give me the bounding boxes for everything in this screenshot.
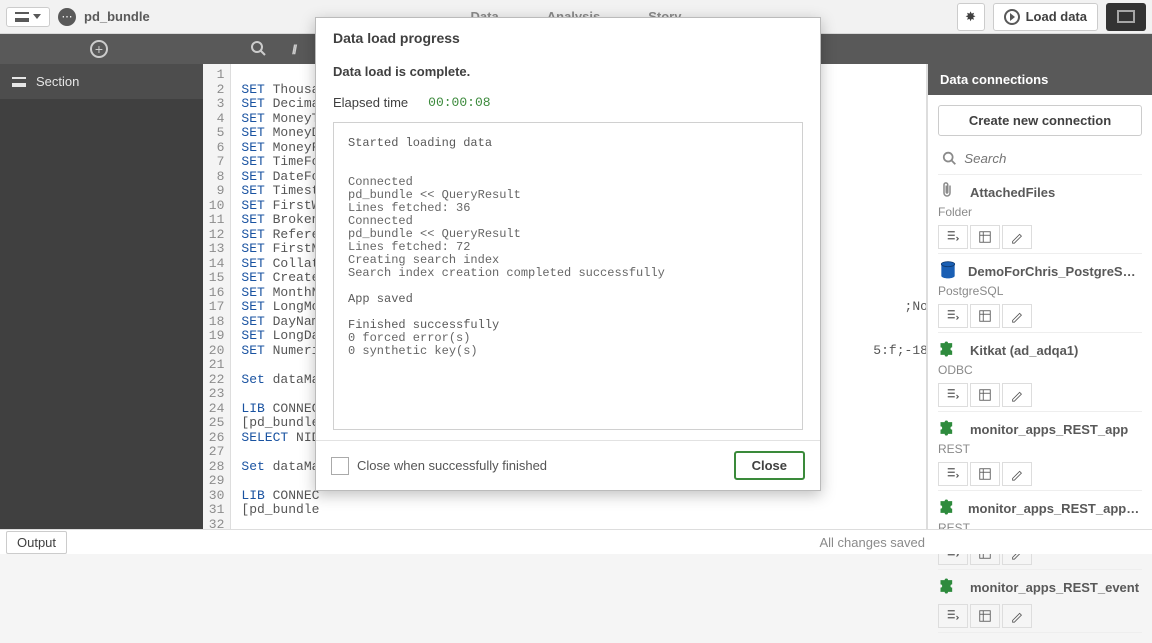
edit-button[interactable]	[1002, 304, 1032, 328]
brand-icon: ⋯	[58, 8, 76, 26]
connection-name: Kitkat (ad_adqa1)	[970, 343, 1078, 358]
connection-item[interactable]: Kitkat (ad_adqa1) ODBC	[938, 333, 1142, 412]
connection-list: AttachedFiles Folder DemoForChris_PostgreS…	[938, 175, 1142, 633]
modal-footer: Close when successfully finished Close	[316, 440, 820, 490]
debug-button[interactable]: ✸	[957, 3, 985, 31]
connection-type: REST	[938, 442, 1142, 456]
connection-actions	[938, 383, 1142, 407]
connection-type: ODBC	[938, 363, 1142, 377]
connection-actions	[938, 462, 1142, 486]
connection-type: Folder	[938, 205, 1142, 219]
connection-actions	[938, 225, 1142, 249]
screen-icon	[1117, 10, 1135, 23]
create-connection-button[interactable]: Create new connection	[938, 105, 1142, 136]
add-section-button[interactable]: +	[90, 40, 108, 58]
connection-item[interactable]: monitor_apps_REST_app REST	[938, 412, 1142, 491]
puzzle-icon	[938, 418, 960, 440]
topbar-left: ⋯ pd_bundle	[6, 7, 150, 27]
select-button[interactable]	[970, 383, 1000, 407]
sidebar-item-label: Section	[36, 74, 79, 89]
section-sidebar: Section	[0, 64, 203, 529]
connection-item[interactable]: DemoForChris_PostgreSQL_cadbiata.com (ad…	[938, 254, 1142, 333]
select-button[interactable]	[970, 462, 1000, 486]
section-icon	[12, 77, 26, 87]
topbar-right: ✸ Load data	[957, 3, 1146, 31]
edit-button[interactable]	[1002, 604, 1032, 628]
view-toggle-button[interactable]	[1106, 3, 1146, 31]
clip-icon	[938, 181, 960, 203]
connection-search[interactable]	[938, 146, 1142, 175]
connection-name: monitor_apps_REST_appobject	[968, 501, 1142, 516]
connection-actions	[938, 304, 1142, 328]
connection-search-input[interactable]	[964, 151, 1138, 166]
puzzle-icon	[938, 497, 958, 519]
search-icon[interactable]	[250, 40, 266, 59]
insert-button[interactable]	[938, 604, 968, 628]
main-menu-button[interactable]	[6, 7, 50, 27]
insert-button[interactable]	[938, 304, 968, 328]
edit-button[interactable]	[1002, 383, 1032, 407]
insert-button[interactable]	[938, 383, 968, 407]
connections-panel: Data connections Create new connection A…	[927, 64, 1152, 529]
connection-item[interactable]: monitor_apps_REST_event	[938, 570, 1142, 633]
puzzle-icon	[938, 339, 960, 361]
checkbox-label: Close when successfully finished	[357, 458, 547, 473]
output-button[interactable]: Output	[6, 531, 67, 554]
data-load-modal: Data load progress Data load is complete…	[315, 17, 821, 491]
load-status: Data load is complete.	[333, 64, 803, 79]
select-button[interactable]	[970, 225, 1000, 249]
app-name: pd_bundle	[84, 9, 150, 24]
connection-name: monitor_apps_REST_event	[970, 580, 1139, 595]
play-icon	[1004, 9, 1020, 25]
edit-button[interactable]	[1002, 462, 1032, 486]
connection-name: AttachedFiles	[970, 185, 1055, 200]
connection-name: DemoForChris_PostgreSQL_cadbiata.com (ad…	[968, 264, 1142, 279]
status-bar: Output All changes saved	[0, 529, 1152, 554]
load-log[interactable]: Started loading data Connectedpd_bundle …	[333, 122, 803, 430]
insert-button[interactable]	[938, 225, 968, 249]
modal-title: Data load progress	[316, 18, 820, 58]
elapsed-label: Elapsed time	[333, 95, 408, 110]
comment-button[interactable]: //	[292, 42, 295, 57]
sidebar-item-section[interactable]: Section	[0, 64, 203, 99]
line-gutter: 1234567891011121314151617181920212223242…	[203, 64, 231, 529]
close-when-finished-checkbox[interactable]: Close when successfully finished	[331, 457, 547, 475]
connection-name: monitor_apps_REST_app	[970, 422, 1128, 437]
connection-item[interactable]: AttachedFiles Folder	[938, 175, 1142, 254]
load-data-label: Load data	[1026, 9, 1087, 24]
bug-icon: ✸	[965, 9, 976, 25]
elapsed-row: Elapsed time 00:00:08	[333, 95, 803, 110]
connection-type: PostgreSQL	[938, 284, 1142, 298]
connection-actions	[938, 604, 1142, 628]
edit-button[interactable]	[1002, 225, 1032, 249]
search-icon	[942, 150, 956, 166]
select-button[interactable]	[970, 304, 1000, 328]
puzzle-icon	[938, 576, 960, 598]
checkbox-icon	[331, 457, 349, 475]
db-icon	[938, 260, 958, 282]
hamburger-icon	[15, 12, 29, 22]
elapsed-value: 00:00:08	[428, 95, 490, 110]
save-status: All changes saved	[819, 535, 925, 550]
insert-button[interactable]	[938, 462, 968, 486]
close-button[interactable]: Close	[734, 451, 805, 480]
chevron-down-icon	[33, 14, 41, 19]
select-button[interactable]	[970, 604, 1000, 628]
load-data-button[interactable]: Load data	[993, 3, 1098, 31]
connections-panel-title: Data connections	[928, 64, 1152, 95]
